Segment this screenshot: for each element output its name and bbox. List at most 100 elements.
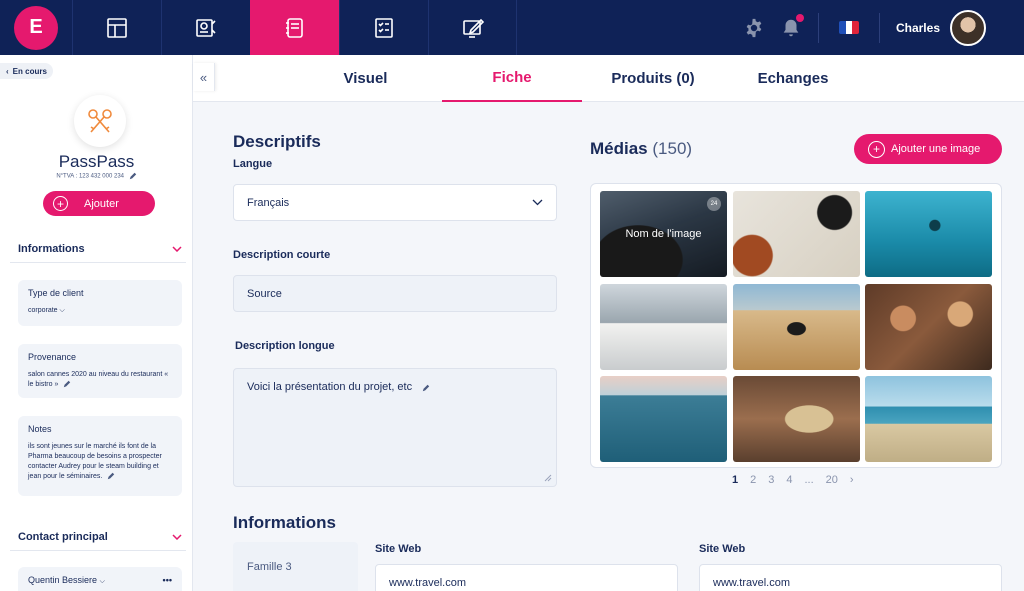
- media-thumbnail[interactable]: [600, 284, 727, 370]
- notes-label: Notes: [28, 424, 52, 434]
- user-name[interactable]: Charles: [896, 21, 940, 35]
- more-options-icon[interactable]: •••: [163, 575, 172, 586]
- tab-visuel[interactable]: Visuel: [303, 55, 428, 102]
- client-type-label: Type de client: [28, 288, 84, 298]
- tab-label: Visuel: [343, 70, 388, 87]
- resize-handle-icon[interactable]: [544, 474, 552, 482]
- tab-label: Fiche: [492, 69, 532, 86]
- tab-echanges[interactable]: Echanges: [728, 55, 858, 102]
- media-thumbnail[interactable]: [865, 191, 992, 277]
- add-button[interactable]: + Ajouter: [43, 191, 155, 216]
- back-button[interactable]: ‹ En cours: [0, 63, 53, 79]
- informations-header-label: Informations: [18, 242, 85, 255]
- medias-count: (150): [652, 139, 693, 158]
- notes-value-wrap: ils sont jeunes sur le marché ils font d…: [28, 442, 172, 482]
- client-type-select[interactable]: corporate ⌵: [28, 306, 172, 316]
- nav-tab-checklist[interactable]: [339, 0, 428, 55]
- site-web-value: www.travel.com: [389, 576, 467, 589]
- notification-badge: [795, 14, 804, 22]
- contact-section-header[interactable]: Contact principal: [10, 523, 186, 551]
- back-label: En cours: [12, 66, 47, 76]
- settings-button[interactable]: [736, 0, 773, 55]
- media-thumbnail[interactable]: [733, 376, 860, 462]
- informations-section-header[interactable]: Informations: [10, 235, 186, 263]
- image-count-badge: 24: [707, 197, 721, 211]
- chevron-left-icon: ‹: [6, 66, 9, 76]
- top-navbar: E Charles: [0, 0, 1024, 55]
- plus-icon: +: [53, 196, 68, 211]
- add-image-button[interactable]: + Ajouter une image: [854, 134, 1002, 164]
- tab-produits[interactable]: Produits (0): [588, 55, 718, 102]
- collapse-sidebar-button[interactable]: «: [193, 63, 215, 91]
- long-description-textarea[interactable]: Voici la présentation du projet, etc: [233, 368, 557, 487]
- media-gallery: Nom de l'image 24: [590, 183, 1002, 468]
- app-logo[interactable]: E: [0, 0, 72, 55]
- site-web-value: www.travel.com: [713, 576, 791, 589]
- main-nav-tabs: [72, 0, 517, 55]
- chevron-down-icon: ⌵: [99, 578, 105, 585]
- provenance-card: Provenance salon cannes 2020 au niveau d…: [18, 344, 182, 398]
- nav-tab-notebook[interactable]: [250, 0, 339, 55]
- page-1[interactable]: 1: [732, 474, 738, 486]
- notebook-icon: [286, 17, 303, 38]
- tva-text: N°TVA : 123 432 000 234: [56, 173, 124, 180]
- tva-number: N°TVA : 123 432 000 234: [0, 172, 192, 180]
- langue-label: Langue: [233, 158, 273, 170]
- logo-mark: E: [14, 5, 58, 50]
- site-web-input[interactable]: www.travel.com: [375, 564, 678, 591]
- page-2[interactable]: 2: [750, 474, 756, 486]
- notes-value: ils sont jeunes sur le marché ils font d…: [28, 443, 162, 480]
- pencil-icon[interactable]: [129, 172, 137, 180]
- descriptifs-title: Descriptifs: [233, 132, 321, 151]
- company-name: PassPass: [58, 152, 135, 171]
- media-thumbnail[interactable]: [600, 376, 727, 462]
- pencil-icon[interactable]: [107, 472, 115, 480]
- contact-name-select[interactable]: Quentin Bessiere ⌵: [28, 575, 105, 586]
- nav-tab-presentation[interactable]: [161, 0, 250, 55]
- nav-tab-design[interactable]: [428, 0, 517, 55]
- provenance-label: Provenance: [28, 352, 77, 362]
- client-type-value: corporate: [28, 307, 58, 314]
- short-description-label: Description courte: [233, 249, 331, 261]
- famille-tab[interactable]: Famille 3: [233, 542, 358, 591]
- media-thumbnail[interactable]: [733, 284, 860, 370]
- top-right-tools: Charles: [736, 0, 1024, 55]
- informations-title: Informations: [233, 513, 336, 532]
- pencil-icon[interactable]: [63, 380, 71, 388]
- media-thumbnail[interactable]: [865, 376, 992, 462]
- chevron-right-icon[interactable]: ›: [850, 474, 854, 486]
- langue-select[interactable]: Français: [233, 184, 557, 221]
- avatar[interactable]: [950, 9, 986, 46]
- separator: [817, 12, 819, 43]
- tab-fiche[interactable]: Fiche: [442, 55, 582, 102]
- short-description-input[interactable]: Source: [233, 275, 557, 312]
- media-thumbnail[interactable]: Nom de l'image 24: [600, 191, 727, 277]
- checklist-icon: [375, 17, 393, 38]
- pencil-icon[interactable]: [422, 384, 430, 392]
- chevron-down-icon: ⌵: [59, 307, 65, 314]
- site-web-input[interactable]: www.travel.com: [699, 564, 1002, 591]
- page-20[interactable]: 20: [826, 474, 838, 486]
- record-tabs-bar: « Visuel Fiche Produits (0) Echanges: [193, 55, 1024, 102]
- notes-card: Notes ils sont jeunes sur le marché ils …: [18, 416, 182, 496]
- site-web-label: Site Web: [699, 543, 746, 555]
- contact-header-label: Contact principal: [18, 530, 108, 543]
- image-name: Nom de l'image: [625, 228, 702, 240]
- page-ellipsis: ...: [804, 474, 814, 486]
- pagination: 1 2 3 4 ... 20 ›: [732, 474, 854, 486]
- client-sidebar: ‹ En cours PassPass N°TVA : 123 432 000 …: [0, 55, 193, 591]
- language-flag-fr[interactable]: [838, 21, 859, 34]
- nav-tab-layout[interactable]: [72, 0, 161, 55]
- media-thumbnail[interactable]: [733, 191, 860, 277]
- add-image-label: Ajouter une image: [891, 143, 981, 155]
- keys-logo-icon: [88, 109, 112, 133]
- media-thumbnail[interactable]: [865, 284, 992, 370]
- medias-title-text: Médias: [590, 139, 648, 158]
- page-3[interactable]: 3: [768, 474, 774, 486]
- plus-icon: +: [868, 140, 885, 158]
- long-description-label: Description longue: [235, 340, 335, 352]
- notifications-button[interactable]: [773, 0, 810, 55]
- design-icon: [462, 18, 484, 38]
- presentation-icon: [196, 18, 216, 37]
- page-4[interactable]: 4: [786, 474, 792, 486]
